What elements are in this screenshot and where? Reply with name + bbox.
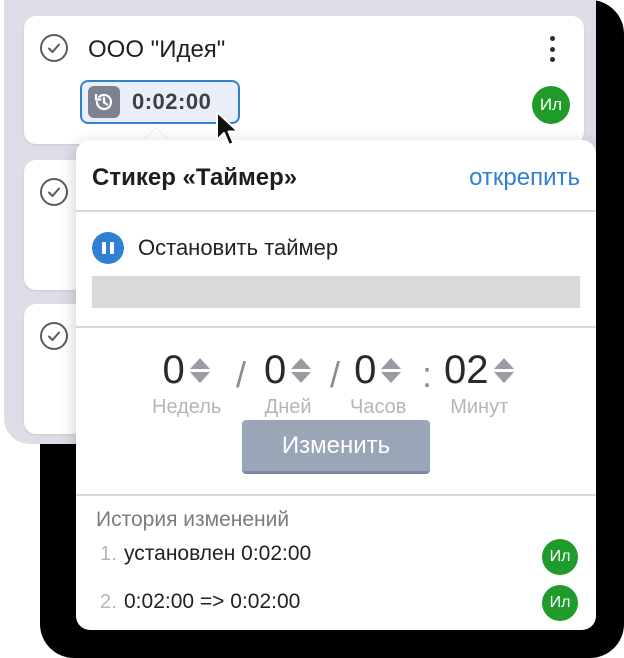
task-title[interactable]: ООО "Идея": [88, 36, 225, 64]
more-menu-icon[interactable]: [542, 34, 562, 64]
separator: /: [236, 354, 247, 395]
complete-check-icon[interactable]: [40, 178, 68, 206]
mouse-cursor-icon: [216, 111, 239, 146]
history-item: 1. установлен 0:02:00: [100, 542, 580, 566]
divider: [76, 494, 596, 496]
stop-timer-label: Остановить таймер: [138, 235, 339, 260]
history-avatar[interactable]: Ил: [542, 585, 578, 621]
task-card[interactable]: ООО "Идея" 0:02:00 Ил: [24, 16, 584, 144]
history-item-number: 1.: [100, 542, 117, 565]
change-button[interactable]: Изменить: [242, 420, 430, 474]
days-label: Дней: [264, 396, 312, 418]
days-stepper-icon[interactable]: [290, 357, 312, 383]
minutes-label: Минут: [450, 396, 509, 418]
history-item-number: 2.: [100, 590, 117, 613]
separator: /: [330, 354, 341, 395]
hours-value[interactable]: 0: [354, 348, 376, 392]
history-item-text: 0:02:00 => 0:02:00: [124, 590, 301, 613]
timer-progress-bar: [92, 276, 580, 308]
divider: [76, 210, 596, 212]
unpin-link[interactable]: открепить: [469, 164, 580, 192]
minutes-field[interactable]: 02 Минут: [444, 348, 515, 419]
weeks-value[interactable]: 0: [163, 348, 185, 392]
popover-title: Стикер «Таймер»: [92, 164, 298, 191]
weeks-label: Недель: [152, 396, 222, 418]
history-title: История изменений: [96, 508, 290, 531]
hours-field[interactable]: 0 Часов: [350, 348, 406, 419]
complete-check-icon[interactable]: [40, 322, 68, 350]
assignee-avatar[interactable]: Ил: [532, 86, 570, 124]
pause-icon: [92, 232, 124, 264]
hours-stepper-icon[interactable]: [380, 357, 402, 383]
separator: :: [422, 354, 433, 395]
weeks-stepper-icon[interactable]: [189, 357, 211, 383]
stop-timer-button[interactable]: Остановить таймер: [92, 232, 338, 264]
history-avatar[interactable]: Ил: [542, 539, 578, 575]
timer-popover: Стикер «Таймер» открепить Остановить тай…: [76, 140, 596, 630]
minutes-stepper-icon[interactable]: [493, 357, 515, 383]
weeks-field[interactable]: 0 Недель: [152, 348, 221, 419]
history-clock-icon: [88, 86, 120, 118]
days-value[interactable]: 0: [264, 348, 286, 392]
window-frame: ООО "Идея" 0:02:00 Ил Стикер «Таймер» от…: [0, 0, 624, 658]
timer-value: 0:02:00: [132, 89, 212, 114]
hours-label: Часов: [350, 396, 407, 418]
complete-check-icon[interactable]: [40, 34, 68, 62]
days-field[interactable]: 0 Дней: [264, 348, 312, 419]
minutes-value[interactable]: 02: [444, 348, 489, 392]
history-item-text: установлен 0:02:00: [124, 542, 312, 565]
history-item: 2. 0:02:00 => 0:02:00: [100, 590, 580, 614]
popover-caret: [144, 128, 168, 140]
